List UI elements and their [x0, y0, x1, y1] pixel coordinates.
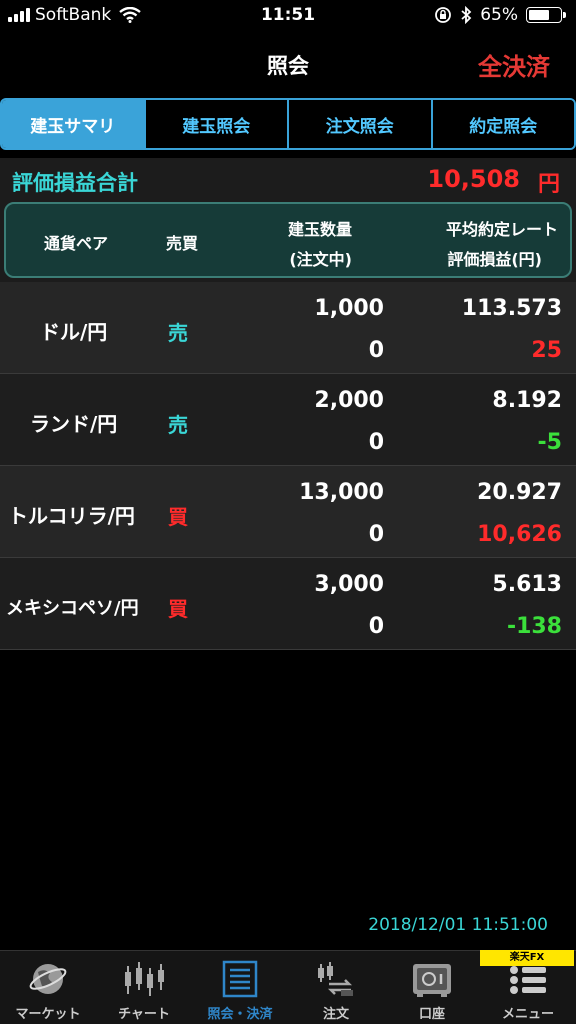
- row-qty: 2,000: [314, 388, 384, 413]
- tabbar-menu-label: メニュー: [501, 1007, 554, 1022]
- globe-icon: [0, 959, 96, 999]
- status-right: 65%: [434, 5, 566, 25]
- tabbar-market-label: マーケット: [15, 1007, 81, 1022]
- status-bar: SoftBank 11:51 65%: [0, 0, 576, 34]
- total-pl-value: 10,508: [427, 165, 520, 193]
- segment-tabs: 建玉サマリ 建玉照会 注文照会 約定照会: [0, 98, 576, 150]
- row-rate: 20.927: [477, 480, 562, 505]
- row-pl: 25: [531, 338, 562, 363]
- tabbar-inquiry-label: 照会・決済: [207, 1007, 273, 1022]
- tabbar-order[interactable]: 注文: [288, 951, 384, 1024]
- row-pending: 0: [368, 614, 384, 639]
- row-pair: メキシコペソ/円: [6, 598, 139, 619]
- tabbar-account-label: 口座: [418, 1007, 445, 1022]
- tab-order-inquiry[interactable]: 注文照会: [287, 100, 431, 148]
- row-rate: 8.192: [492, 388, 562, 413]
- row-side: 買: [168, 505, 188, 529]
- header-side: 売買: [166, 234, 199, 253]
- battery-level: [529, 10, 549, 20]
- header-avg-rate: 平均約定レート: [445, 220, 558, 239]
- close-all-button[interactable]: 全決済: [478, 47, 550, 82]
- table-row[interactable]: ドル/円 売 1,000 0 113.573 25: [0, 282, 576, 374]
- tabbar-inquiry[interactable]: 照会・決済: [192, 951, 288, 1024]
- battery-percent: 65%: [480, 5, 518, 25]
- tab-position-inquiry[interactable]: 建玉照会: [143, 100, 287, 148]
- row-pl: -5: [537, 430, 562, 455]
- position-list: ドル/円 売 1,000 0 113.573 25 ランド/円 売 2,000 …: [0, 282, 576, 650]
- row-side: 売: [168, 321, 188, 345]
- row-pair: トルコリラ/円: [8, 504, 135, 528]
- header-qty-pending: (注文中): [289, 250, 352, 269]
- row-qty: 1,000: [314, 296, 384, 321]
- row-pending: 0: [368, 430, 384, 455]
- candlestick-chart-icon: [96, 959, 192, 999]
- row-side: 買: [168, 597, 188, 621]
- row-side: 売: [168, 413, 188, 437]
- total-pl-unit: 円: [537, 172, 560, 197]
- row-pair: ランド/円: [30, 412, 118, 436]
- list-document-icon: [192, 959, 288, 999]
- bluetooth-icon: [461, 6, 472, 24]
- nav-bar: 照会 全決済: [0, 36, 576, 96]
- table-row[interactable]: ランド/円 売 2,000 0 8.192 -5: [0, 374, 576, 466]
- row-pending: 0: [368, 338, 384, 363]
- table-row[interactable]: メキシコペソ/円 買 3,000 0 5.613 -138: [0, 558, 576, 650]
- tab-execution-inquiry[interactable]: 約定照会: [430, 100, 574, 148]
- row-pending: 0: [368, 522, 384, 547]
- rotation-lock-icon: [435, 7, 452, 23]
- order-exchange-icon: [288, 959, 384, 999]
- header-pl: 評価損益(円): [447, 250, 542, 269]
- tab-position-summary[interactable]: 建玉サマリ: [2, 100, 144, 148]
- table-header: 通貨ペア 売買 建玉数量 (注文中) 平均約定レート 評価損益(円): [4, 202, 572, 278]
- total-pl-label: 評価損益合計: [12, 171, 138, 195]
- table-header-wrap: 通貨ペア 売買 建玉数量 (注文中) 平均約定レート 評価損益(円): [0, 202, 576, 282]
- battery-icon: [526, 7, 566, 23]
- row-pair: ドル/円: [40, 320, 108, 344]
- row-rate: 113.573: [461, 296, 562, 321]
- row-rate: 5.613: [492, 572, 562, 597]
- row-pl: 10,626: [477, 522, 562, 547]
- safe-icon: [384, 959, 480, 999]
- tabbar-chart[interactable]: チャート: [96, 951, 192, 1024]
- header-qty: 建玉数量: [287, 220, 352, 239]
- update-timestamp: 2018/12/01 11:51:00: [368, 915, 548, 935]
- brand-label: 楽天FX: [480, 950, 574, 966]
- total-pl-summary: 評価損益合計 10,508 円: [0, 158, 576, 202]
- row-pl: -138: [506, 614, 562, 639]
- row-qty: 13,000: [299, 480, 384, 505]
- table-row[interactable]: トルコリラ/円 買 13,000 0 20.927 10,626: [0, 466, 576, 558]
- tabbar-chart-label: チャート: [118, 1007, 170, 1022]
- tabbar-account[interactable]: 口座: [384, 951, 480, 1024]
- row-qty: 3,000: [314, 572, 384, 597]
- header-pair: 通貨ペア: [44, 234, 109, 253]
- tabbar-order-label: 注文: [322, 1007, 349, 1022]
- tabbar-market[interactable]: マーケット: [0, 951, 96, 1024]
